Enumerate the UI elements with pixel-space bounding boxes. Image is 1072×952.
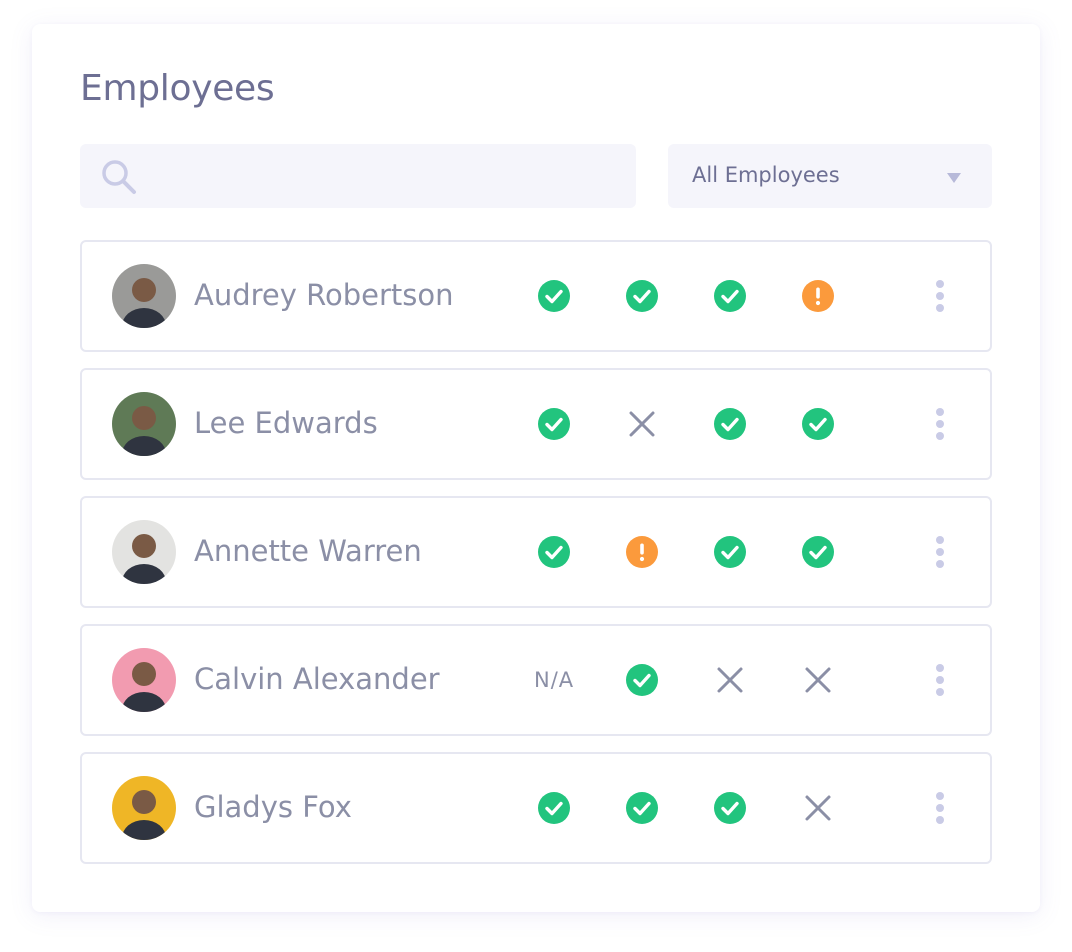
status-na: N/A bbox=[534, 668, 575, 692]
more-options-button[interactable] bbox=[928, 534, 952, 570]
status-warning bbox=[626, 536, 658, 568]
status-check bbox=[714, 280, 746, 312]
more-options-button[interactable] bbox=[928, 790, 952, 826]
search-icon bbox=[102, 160, 136, 194]
employee-list: Audrey Robertson Lee Edwards Annette Warre… bbox=[80, 240, 992, 880]
kebab-icon bbox=[936, 664, 944, 696]
status-check bbox=[626, 664, 658, 696]
status-check bbox=[714, 792, 746, 824]
more-options-button[interactable] bbox=[928, 406, 952, 442]
status-check bbox=[626, 792, 658, 824]
employee-row[interactable]: Audrey Robertson bbox=[80, 240, 992, 352]
status-check bbox=[538, 792, 570, 824]
status-check bbox=[626, 280, 658, 312]
check-circle-icon bbox=[626, 280, 658, 312]
check-circle-icon bbox=[714, 536, 746, 568]
check-circle-icon bbox=[802, 536, 834, 568]
check-circle-icon bbox=[626, 664, 658, 696]
check-circle-icon bbox=[714, 280, 746, 312]
employee-name: Annette Warren bbox=[194, 534, 422, 568]
status-check bbox=[714, 408, 746, 440]
status-check bbox=[802, 408, 834, 440]
cross-icon bbox=[805, 667, 831, 693]
avatar bbox=[112, 776, 176, 840]
search-input[interactable] bbox=[150, 144, 624, 210]
status-check bbox=[538, 536, 570, 568]
avatar bbox=[112, 392, 176, 456]
more-options-button[interactable] bbox=[928, 278, 952, 314]
employee-name: Calvin Alexander bbox=[194, 662, 440, 696]
status-cross bbox=[802, 664, 834, 696]
warning-circle-icon bbox=[802, 280, 834, 312]
chevron-down-icon bbox=[947, 173, 961, 183]
avatar bbox=[112, 520, 176, 584]
check-circle-icon bbox=[802, 408, 834, 440]
status-cross bbox=[626, 408, 658, 440]
check-circle-icon bbox=[626, 792, 658, 824]
status-cross bbox=[802, 792, 834, 824]
status-warning bbox=[802, 280, 834, 312]
status-check bbox=[538, 280, 570, 312]
employee-name: Lee Edwards bbox=[194, 406, 378, 440]
check-circle-icon bbox=[714, 792, 746, 824]
cross-icon bbox=[629, 411, 655, 437]
avatar bbox=[112, 648, 176, 712]
employee-filter-value: All Employees bbox=[692, 163, 840, 187]
employee-row[interactable]: Calvin Alexander N/A bbox=[80, 624, 992, 736]
avatar bbox=[112, 264, 176, 328]
status-check bbox=[538, 408, 570, 440]
check-circle-icon bbox=[714, 408, 746, 440]
check-circle-icon bbox=[538, 280, 570, 312]
employee-filter-select[interactable]: All Employees bbox=[668, 144, 992, 208]
check-circle-icon bbox=[538, 408, 570, 440]
kebab-icon bbox=[936, 536, 944, 568]
employee-row[interactable]: Lee Edwards bbox=[80, 368, 992, 480]
status-check bbox=[714, 536, 746, 568]
employee-row[interactable]: Annette Warren bbox=[80, 496, 992, 608]
status-cross bbox=[714, 664, 746, 696]
employees-card: Employees All Employees Audrey Robertson… bbox=[32, 24, 1040, 912]
status-check bbox=[802, 536, 834, 568]
check-circle-icon bbox=[538, 792, 570, 824]
check-circle-icon bbox=[538, 536, 570, 568]
more-options-button[interactable] bbox=[928, 662, 952, 698]
employee-name: Gladys Fox bbox=[194, 790, 352, 824]
kebab-icon bbox=[936, 408, 944, 440]
page-title: Employees bbox=[80, 68, 275, 109]
employee-name: Audrey Robertson bbox=[194, 278, 454, 312]
search-box[interactable] bbox=[80, 144, 636, 210]
kebab-icon bbox=[936, 280, 944, 312]
employee-row[interactable]: Gladys Fox bbox=[80, 752, 992, 864]
cross-icon bbox=[717, 667, 743, 693]
warning-circle-icon bbox=[626, 536, 658, 568]
cross-icon bbox=[805, 795, 831, 821]
kebab-icon bbox=[936, 792, 944, 824]
